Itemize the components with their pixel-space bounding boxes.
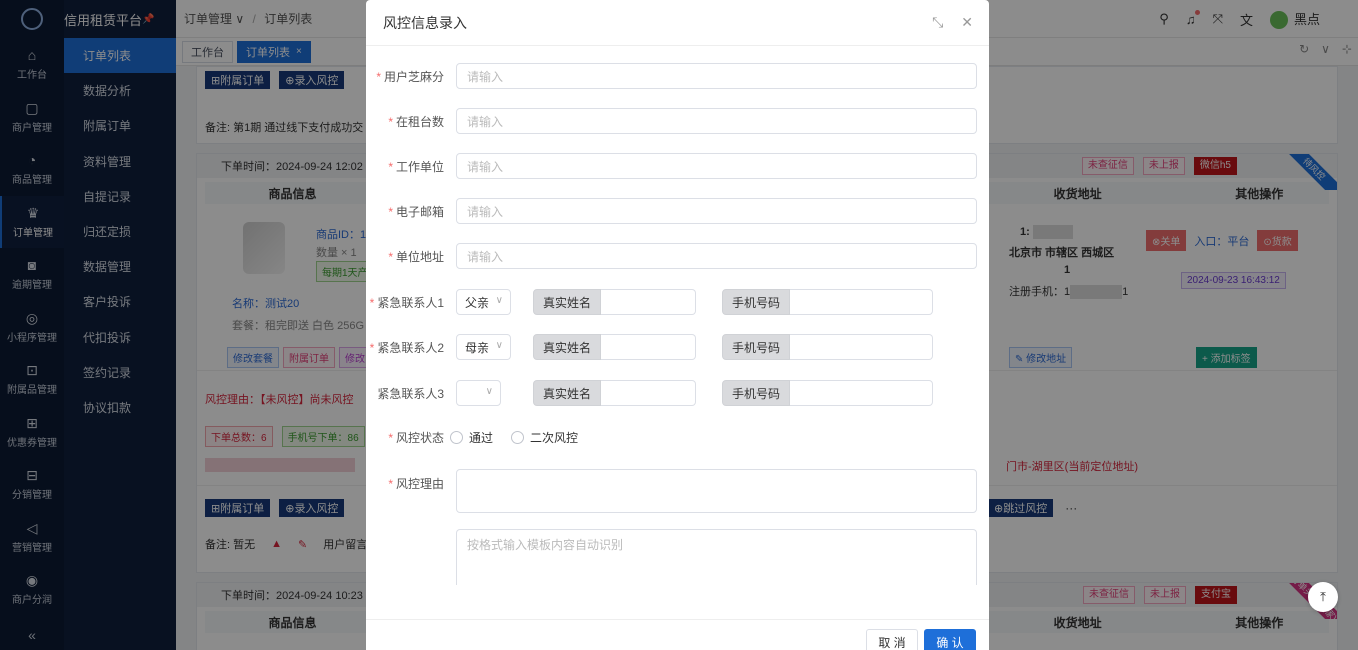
field-label-text: 单位地址 xyxy=(395,249,444,264)
form-row: * 单位地址 请输入 xyxy=(366,243,977,269)
phone-prefix: 手机号码 xyxy=(722,380,791,406)
chevron-down-icon: ∨ xyxy=(485,386,493,397)
back-to-top-button[interactable]: ⤒ xyxy=(1308,582,1338,612)
name-prefix: 真实姓名 xyxy=(533,334,602,360)
contact-phone-input[interactable] xyxy=(790,380,934,406)
field-label-text: 电子邮箱 xyxy=(395,204,444,219)
form-row: * 用户芝麻分 请输入 xyxy=(366,63,977,89)
radio-second-review[interactable]: 二次风控 xyxy=(511,429,578,446)
field-label: * 紧急联系人1 xyxy=(369,295,444,310)
contact-name-input[interactable] xyxy=(601,380,697,406)
radio-second-review-label: 二次风控 xyxy=(530,431,579,445)
contact-label: 紧急联系人1 xyxy=(377,295,444,310)
emergency-contact-row: 紧急联系人3 ∨ 真实姓名 手机号码 xyxy=(366,380,934,406)
text-input[interactable]: 请输入 xyxy=(456,198,977,224)
contact-name-input[interactable] xyxy=(601,334,697,360)
confirm-button[interactable]: 确 认 xyxy=(924,629,976,650)
risk-entry-dialog: 风控信息录入 ⤡ ✕ * 风控状态 通过 二次风控 * 风控理由 按格式输入模板内容… xyxy=(366,0,989,650)
field-label-text: 用户芝麻分 xyxy=(383,69,444,84)
form-row: * 电子邮箱 请输入 xyxy=(366,198,977,224)
chevron-down-icon: ∨ xyxy=(495,295,503,306)
text-input[interactable]: 请输入 xyxy=(456,63,977,89)
maximize-icon[interactable]: ⤡ xyxy=(932,14,943,31)
name-prefix: 真实姓名 xyxy=(533,380,602,406)
field-label: * 紧急联系人2 xyxy=(369,340,444,355)
radio-pass-label: 通过 xyxy=(469,431,494,445)
form-row: * 工作单位 请输入 xyxy=(366,153,977,179)
name-prefix: 真实姓名 xyxy=(533,289,602,315)
risk-reason-textarea[interactable] xyxy=(456,469,977,513)
risk-status-row: * 风控状态 通过 二次风控 xyxy=(366,429,596,446)
relation-value: 母亲 xyxy=(465,340,490,355)
field-label: * 在租台数 xyxy=(388,114,444,129)
field-label: * 工作单位 xyxy=(388,159,444,174)
contact-name-input[interactable] xyxy=(601,289,697,315)
field-label: * 风控理由 xyxy=(388,477,444,491)
field-label: * 电子邮箱 xyxy=(388,204,444,219)
contact-phone-input[interactable] xyxy=(790,334,934,360)
phone-prefix: 手机号码 xyxy=(722,334,791,360)
contact-label: 紧急联系人2 xyxy=(377,340,444,355)
field-label: * 用户芝麻分 xyxy=(376,69,444,84)
text-input[interactable]: 请输入 xyxy=(456,153,977,179)
relation-select[interactable]: 父亲 ∨ xyxy=(456,289,511,315)
close-icon[interactable]: ✕ xyxy=(961,14,973,31)
chevron-down-icon: ∨ xyxy=(495,340,503,351)
emergency-contact-row: * 紧急联系人1 父亲 ∨ 真实姓名 手机号码 xyxy=(366,289,934,315)
relation-select[interactable]: ∨ xyxy=(456,380,501,406)
cancel-button[interactable]: 取 消 xyxy=(866,629,918,650)
field-label: 紧急联系人3 xyxy=(366,385,450,402)
radio-circle xyxy=(450,431,463,444)
radio-circle xyxy=(511,431,525,444)
field-label-text: 工作单位 xyxy=(395,159,444,174)
emergency-contact-row: * 紧急联系人2 母亲 ∨ 真实姓名 手机号码 xyxy=(366,334,934,360)
risk-reason-label: 风控理由 xyxy=(395,477,444,491)
contact-label: 紧急联系人3 xyxy=(377,386,444,401)
form-row: * 在租台数 请输入 xyxy=(366,108,977,134)
contact-phone-input[interactable] xyxy=(790,289,934,315)
text-input[interactable]: 请输入 xyxy=(456,243,977,269)
relation-select[interactable]: 母亲 ∨ xyxy=(456,334,511,360)
field-label-text: 在租台数 xyxy=(395,114,444,129)
template-row: 按格式输入模板内容自动识别 xyxy=(366,529,977,585)
field-label: * 单位地址 xyxy=(388,249,444,264)
field-label: * 风控状态 xyxy=(388,431,444,445)
risk-reason-row: * 风控理由 xyxy=(366,469,977,513)
dialog-title: 风控信息录入 xyxy=(366,0,989,46)
dialog-footer: 取 消 确 认 xyxy=(366,619,989,650)
relation-value: 父亲 xyxy=(465,295,490,310)
risk-status-label: 风控状态 xyxy=(395,431,444,445)
text-input[interactable]: 请输入 xyxy=(456,108,977,134)
radio-pass[interactable]: 通过 xyxy=(450,429,493,446)
phone-prefix: 手机号码 xyxy=(722,289,791,315)
template-textarea[interactable]: 按格式输入模板内容自动识别 xyxy=(456,529,977,585)
